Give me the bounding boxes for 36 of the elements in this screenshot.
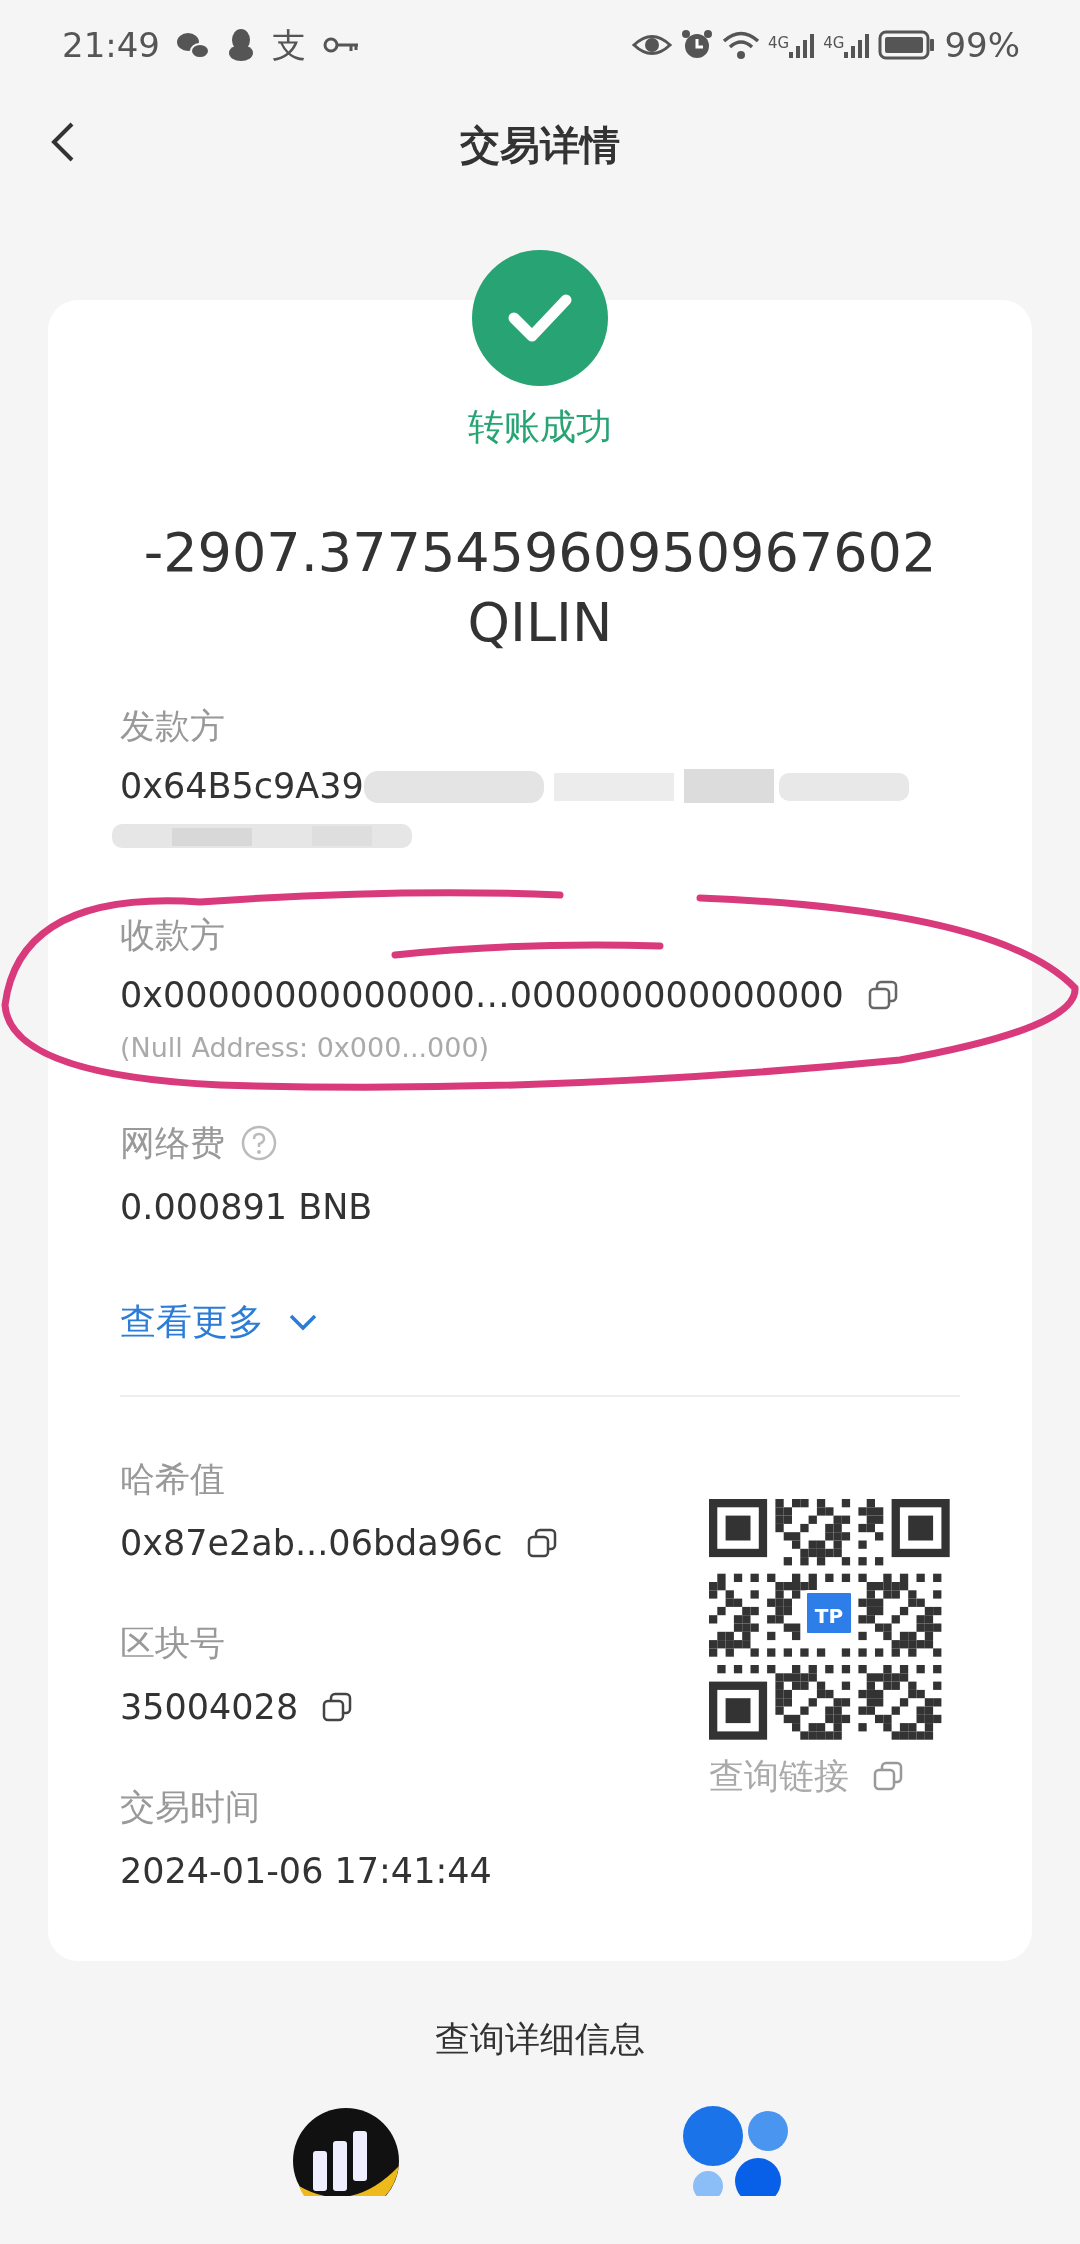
view-more-link[interactable]: 查看更多 bbox=[120, 1295, 318, 1349]
battery-icon bbox=[878, 30, 937, 60]
copy-button[interactable] bbox=[867, 980, 898, 1010]
block-value: 35004028 bbox=[120, 1686, 299, 1729]
chart-logo-icon[interactable] bbox=[291, 2105, 401, 2196]
amount-value: -2907.377545960950967602 bbox=[142, 520, 938, 586]
signal-icon bbox=[844, 32, 871, 58]
field-label: 哈希值 bbox=[120, 1458, 225, 1501]
address-note: (Null Address: 0x000...000) bbox=[120, 1031, 491, 1065]
field-label: 收款方 bbox=[120, 914, 225, 957]
dots-logo-icon[interactable] bbox=[683, 2105, 789, 2196]
fee-value: 0.000891 BNB bbox=[120, 1186, 374, 1229]
status-text: 转账成功 bbox=[468, 406, 612, 447]
recipient-address: 0x00000000000000…000000000000000 bbox=[120, 974, 844, 1017]
section-title: 查询详细信息 bbox=[434, 2018, 646, 2061]
time-value: 2024-01-06 17:41:44 bbox=[120, 1850, 492, 1893]
network-label: 4G bbox=[823, 33, 845, 54]
network-label: 4G bbox=[768, 33, 790, 54]
sender-address: 0x64B5c9A39 bbox=[120, 765, 364, 808]
field-label: 发款方 bbox=[120, 705, 225, 748]
copy-button[interactable] bbox=[322, 1692, 353, 1722]
page-title: 交易详情 bbox=[460, 121, 620, 170]
back-button[interactable] bbox=[50, 120, 76, 164]
app-glyph: 支 bbox=[272, 23, 306, 67]
field-label: 交易时间 bbox=[120, 1786, 260, 1829]
signal-icon bbox=[789, 32, 816, 58]
copy-button[interactable] bbox=[526, 1528, 557, 1558]
qr-logo-badge: TP bbox=[804, 1590, 854, 1636]
hash-value: 0x87e2ab...06bda96c bbox=[120, 1522, 503, 1565]
clock: 21:49 bbox=[62, 23, 160, 67]
field-label: 网络费 bbox=[120, 1122, 225, 1165]
battery-percent: 99% bbox=[944, 23, 1020, 67]
query-link[interactable]: 查询链接 bbox=[709, 1750, 849, 1803]
wifi-icon bbox=[722, 29, 761, 61]
field-label: 区块号 bbox=[120, 1622, 225, 1665]
amount-unit: QILIN bbox=[466, 590, 614, 656]
